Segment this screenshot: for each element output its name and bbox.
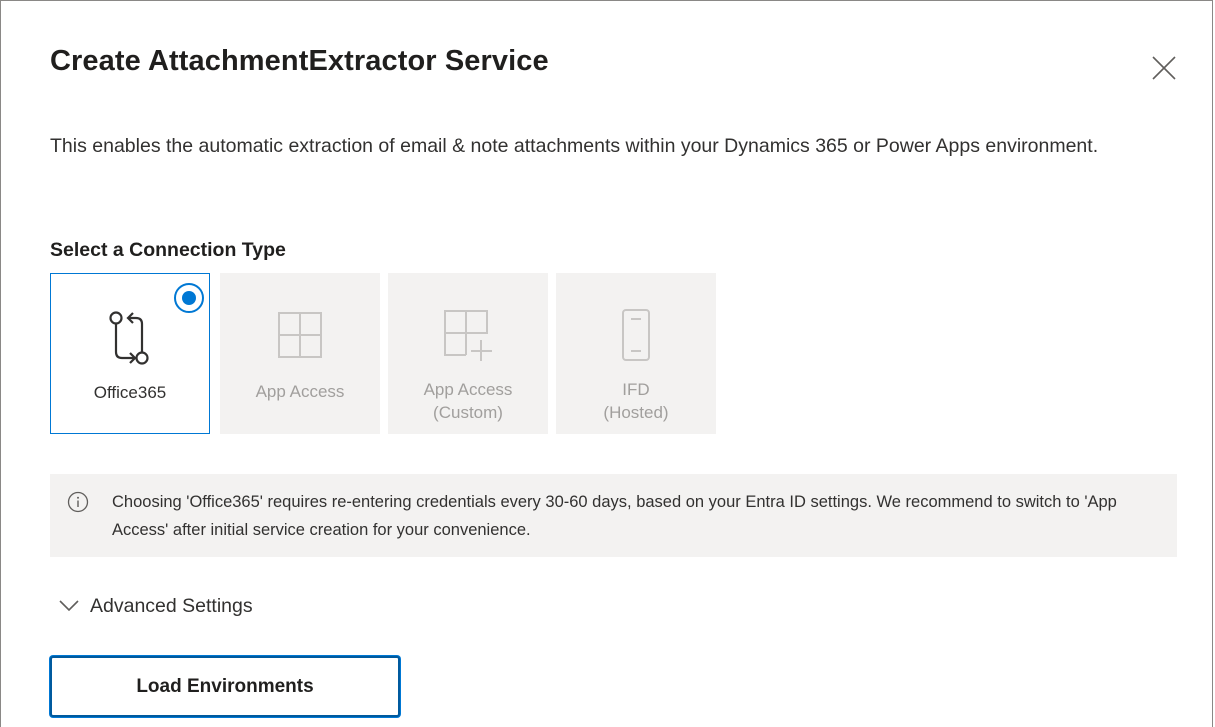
advanced-settings-toggle[interactable]: Advanced Settings xyxy=(58,591,253,621)
connection-option-label: App Access (Custom) xyxy=(423,380,513,422)
close-icon xyxy=(1152,56,1176,80)
create-service-dialog: Create AttachmentExtractor Service This … xyxy=(0,0,1213,727)
dialog-description: This enables the automatic extraction of… xyxy=(50,135,1099,157)
connection-option-label: Office365 xyxy=(93,383,167,402)
connection-option-app-access-custom[interactable]: App Access (Custom) xyxy=(388,273,548,434)
radio-selected-indicator xyxy=(174,283,204,313)
advanced-settings-label: Advanced Settings xyxy=(90,594,253,617)
connection-type-label: Select a Connection Type xyxy=(50,239,286,261)
dialog-title: Create AttachmentExtractor Service xyxy=(50,45,549,77)
flow-switch-icon xyxy=(109,311,149,365)
connection-option-label: App Access xyxy=(255,382,345,401)
chevron-down-icon xyxy=(59,600,79,612)
load-environments-button[interactable]: Load Environments xyxy=(50,656,400,717)
info-message-text: Choosing 'Office365' requires re-enterin… xyxy=(112,493,1117,539)
app-grid-add-icon xyxy=(444,310,492,361)
mobile-device-icon xyxy=(622,309,650,361)
close-button[interactable] xyxy=(1149,53,1179,83)
connection-option-label: IFD (Hosted) xyxy=(603,380,669,422)
info-message-bar: Choosing 'Office365' requires re-enterin… xyxy=(50,474,1177,557)
connection-option-ifd-hosted[interactable]: IFD (Hosted) xyxy=(556,273,716,434)
connection-option-app-access[interactable]: App Access xyxy=(220,273,380,434)
connection-option-office365[interactable]: Office365 xyxy=(50,273,210,434)
radio-dot xyxy=(182,291,196,305)
info-icon xyxy=(67,491,89,513)
app-grid-icon xyxy=(278,312,322,358)
